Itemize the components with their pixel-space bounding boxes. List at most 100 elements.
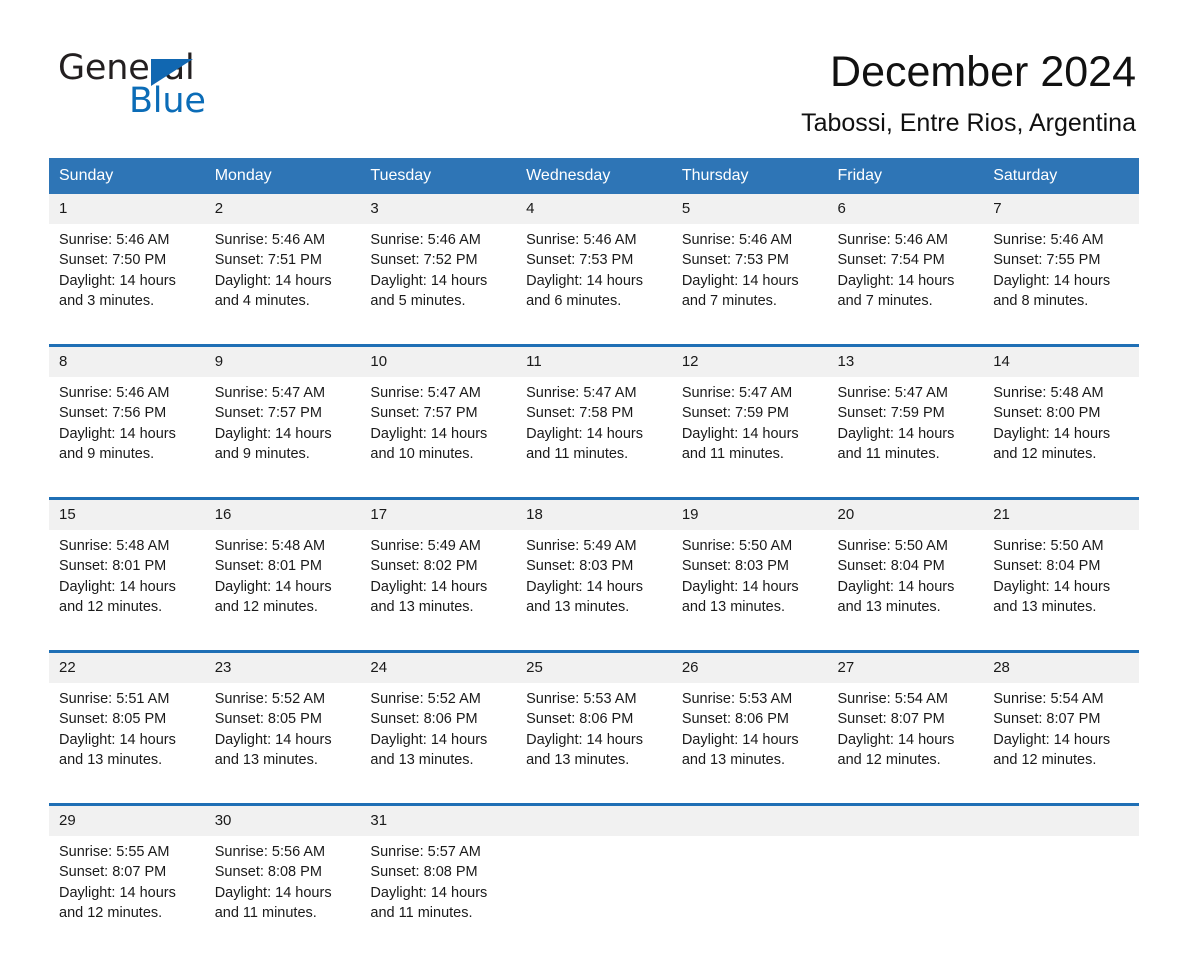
day-number[interactable]: 20 (827, 500, 984, 530)
day-number[interactable]: 31 (360, 806, 517, 836)
day-number[interactable]: 24 (360, 653, 517, 683)
sunset-text: Sunset: 8:07 PM (837, 711, 945, 728)
day-cell[interactable]: Sunrise: 5:48 AM Sunset: 8:01 PM Dayligh… (49, 530, 205, 650)
sunrise-text: Sunrise: 5:47 AM (214, 385, 326, 401)
day-number[interactable]: 25 (516, 653, 672, 683)
day-cell[interactable]: Sunrise: 5:47 AM Sunset: 7:59 PM Dayligh… (671, 377, 828, 497)
sunset-text: Sunset: 7:52 PM (370, 252, 478, 269)
sunrise-text: Sunrise: 5:56 AM (214, 844, 326, 860)
week-row-details: Sunrise: 5:51 AM Sunset: 8:05 PM Dayligh… (49, 683, 1139, 803)
sunrise-text: Sunrise: 5:47 AM (837, 385, 948, 401)
daylight-text-line2: and 13 minutes. (837, 599, 941, 616)
sunset-text: Sunset: 8:03 PM (681, 558, 790, 575)
day-number[interactable]: 29 (49, 806, 205, 836)
day-number[interactable]: 15 (49, 500, 205, 530)
day-cell[interactable]: Sunrise: 5:54 AM Sunset: 8:07 PM Dayligh… (827, 683, 984, 803)
day-number[interactable]: 11 (516, 347, 672, 377)
day-number[interactable]: 30 (204, 806, 361, 836)
sunset-text: Sunset: 8:00 PM (993, 405, 1101, 422)
daylight-text-line2: and 5 minutes. (370, 293, 466, 310)
day-cell[interactable]: Sunrise: 5:46 AM Sunset: 7:50 PM Dayligh… (49, 224, 205, 344)
day-cell[interactable]: Sunrise: 5:47 AM Sunset: 7:57 PM Dayligh… (204, 377, 361, 497)
sunset-text: Sunset: 7:59 PM (837, 405, 945, 422)
sunrise-text: Sunrise: 5:46 AM (59, 232, 170, 248)
day-number[interactable]: 28 (983, 653, 1139, 683)
day-cell[interactable]: Sunrise: 5:52 AM Sunset: 8:05 PM Dayligh… (204, 683, 361, 803)
day-number[interactable]: 10 (360, 347, 517, 377)
daylight-text-line1: Daylight: 14 hours (214, 578, 332, 595)
day-cell[interactable]: Sunrise: 5:51 AM Sunset: 8:05 PM Dayligh… (49, 683, 205, 803)
day-cell[interactable]: Sunrise: 5:57 AM Sunset: 8:08 PM Dayligh… (360, 836, 517, 956)
day-number[interactable]: 13 (827, 347, 984, 377)
day-number[interactable]: 8 (49, 347, 205, 377)
daylight-text-line2: and 10 minutes. (370, 446, 474, 463)
day-number[interactable]: 17 (360, 500, 517, 530)
sunrise-text: Sunrise: 5:57 AM (370, 844, 481, 860)
sunset-text: Sunset: 8:08 PM (370, 864, 478, 881)
daylight-text-line1: Daylight: 14 hours (681, 578, 799, 595)
sunset-text: Sunset: 7:55 PM (993, 252, 1101, 269)
sunrise-text: Sunrise: 5:52 AM (370, 691, 481, 707)
day-cell-empty (671, 836, 828, 956)
day-cell[interactable]: Sunrise: 5:47 AM Sunset: 7:57 PM Dayligh… (360, 377, 517, 497)
day-cell[interactable]: Sunrise: 5:53 AM Sunset: 8:06 PM Dayligh… (516, 683, 672, 803)
week-row-details: Sunrise: 5:55 AM Sunset: 8:07 PM Dayligh… (49, 836, 1139, 956)
day-number[interactable]: 23 (204, 653, 361, 683)
daylight-text-line1: Daylight: 14 hours (59, 425, 176, 442)
daylight-text-line1: Daylight: 14 hours (993, 272, 1111, 289)
day-number[interactable]: 5 (671, 194, 828, 224)
day-cell[interactable]: Sunrise: 5:46 AM Sunset: 7:56 PM Dayligh… (49, 377, 205, 497)
day-number[interactable]: 9 (204, 347, 361, 377)
day-cell[interactable]: Sunrise: 5:46 AM Sunset: 7:55 PM Dayligh… (983, 224, 1139, 344)
page-header: General Blue December 2024 Tabossi, Entr… (0, 0, 1188, 152)
day-cell[interactable]: Sunrise: 5:56 AM Sunset: 8:08 PM Dayligh… (204, 836, 361, 956)
day-cell[interactable]: Sunrise: 5:47 AM Sunset: 7:58 PM Dayligh… (516, 377, 672, 497)
day-number[interactable]: 1 (49, 194, 205, 224)
day-cell[interactable]: Sunrise: 5:49 AM Sunset: 8:03 PM Dayligh… (516, 530, 672, 650)
day-number[interactable]: 16 (204, 500, 361, 530)
day-number[interactable]: 22 (49, 653, 205, 683)
daylight-text-line1: Daylight: 14 hours (370, 884, 488, 901)
day-cell[interactable]: Sunrise: 5:52 AM Sunset: 8:06 PM Dayligh… (360, 683, 517, 803)
day-cell[interactable]: Sunrise: 5:48 AM Sunset: 8:00 PM Dayligh… (983, 377, 1139, 497)
day-number[interactable]: 6 (827, 194, 984, 224)
generalblue-logo[interactable]: General Blue (58, 48, 398, 128)
day-number[interactable]: 26 (671, 653, 828, 683)
daylight-text-line2: and 13 minutes. (370, 752, 474, 769)
daylight-text-line1: Daylight: 14 hours (214, 272, 332, 289)
day-number[interactable]: 4 (516, 194, 672, 224)
day-cell[interactable]: Sunrise: 5:46 AM Sunset: 7:53 PM Dayligh… (671, 224, 828, 344)
daylight-text-line2: and 12 minutes. (59, 599, 163, 616)
daylight-text-line2: and 12 minutes. (993, 446, 1097, 463)
day-number[interactable]: 12 (671, 347, 828, 377)
day-number-empty (516, 806, 672, 836)
day-number[interactable]: 21 (983, 500, 1139, 530)
day-number[interactable]: 14 (983, 347, 1139, 377)
day-cell[interactable]: Sunrise: 5:50 AM Sunset: 8:03 PM Dayligh… (671, 530, 828, 650)
sunset-text: Sunset: 8:06 PM (526, 711, 634, 728)
week-row-daynumbers: 1 2 3 4 5 6 7 (49, 194, 1139, 224)
day-cell[interactable]: Sunrise: 5:54 AM Sunset: 8:07 PM Dayligh… (983, 683, 1139, 803)
day-cell[interactable]: Sunrise: 5:49 AM Sunset: 8:02 PM Dayligh… (360, 530, 517, 650)
day-number[interactable]: 7 (983, 194, 1139, 224)
daylight-text-line2: and 12 minutes. (214, 599, 318, 616)
daylight-text-line1: Daylight: 14 hours (526, 425, 643, 442)
day-number[interactable]: 27 (827, 653, 984, 683)
weekday-header-saturday: Saturday (983, 158, 1139, 194)
day-cell[interactable]: Sunrise: 5:47 AM Sunset: 7:59 PM Dayligh… (827, 377, 984, 497)
day-number[interactable]: 3 (360, 194, 517, 224)
day-cell[interactable]: Sunrise: 5:50 AM Sunset: 8:04 PM Dayligh… (983, 530, 1139, 650)
day-cell[interactable]: Sunrise: 5:48 AM Sunset: 8:01 PM Dayligh… (204, 530, 361, 650)
daylight-text-line2: and 13 minutes. (681, 752, 785, 769)
daylight-text-line2: and 13 minutes. (681, 599, 785, 616)
day-cell[interactable]: Sunrise: 5:46 AM Sunset: 7:51 PM Dayligh… (204, 224, 361, 344)
day-number[interactable]: 2 (204, 194, 361, 224)
day-cell[interactable]: Sunrise: 5:46 AM Sunset: 7:53 PM Dayligh… (516, 224, 672, 344)
day-cell[interactable]: Sunrise: 5:55 AM Sunset: 8:07 PM Dayligh… (49, 836, 205, 956)
day-cell[interactable]: Sunrise: 5:46 AM Sunset: 7:52 PM Dayligh… (360, 224, 517, 344)
day-cell[interactable]: Sunrise: 5:46 AM Sunset: 7:54 PM Dayligh… (827, 224, 984, 344)
day-cell[interactable]: Sunrise: 5:53 AM Sunset: 8:06 PM Dayligh… (671, 683, 828, 803)
day-cell[interactable]: Sunrise: 5:50 AM Sunset: 8:04 PM Dayligh… (827, 530, 984, 650)
day-number[interactable]: 18 (516, 500, 672, 530)
day-number[interactable]: 19 (671, 500, 828, 530)
